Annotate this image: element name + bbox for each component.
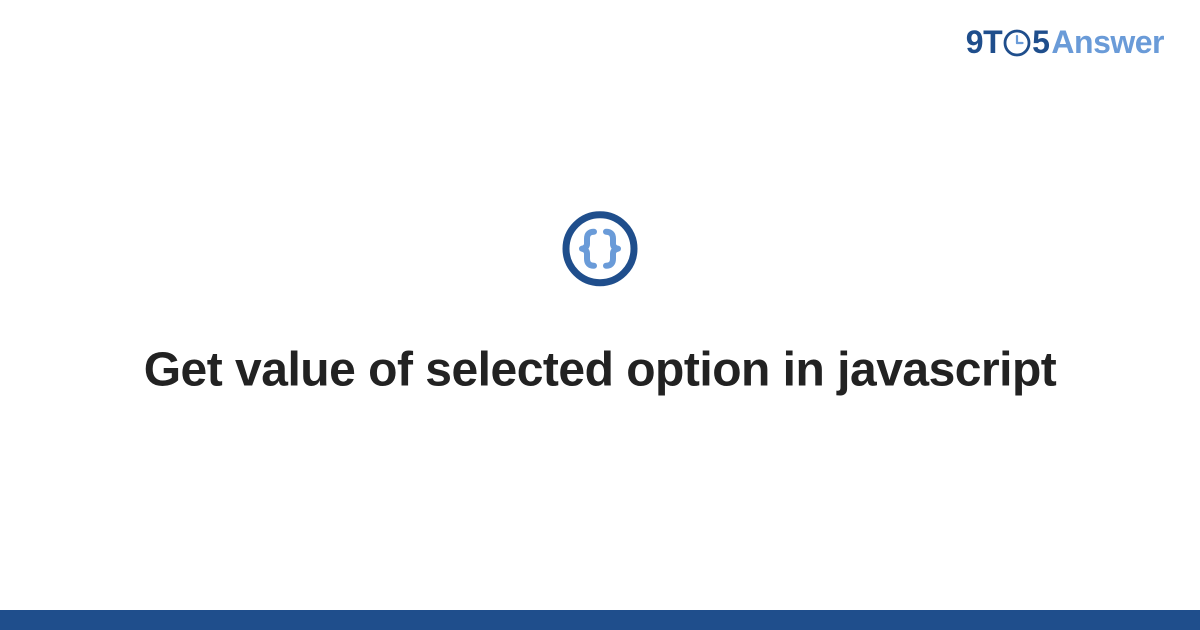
brand-text-9t: 9T — [966, 24, 1002, 61]
braces-icon — [561, 210, 639, 288]
clock-icon — [1003, 29, 1031, 57]
page-title: Get value of selected option in javascri… — [144, 340, 1057, 401]
brand-header: 9T 5 Answer — [966, 24, 1164, 61]
brand-text-5: 5 — [1032, 24, 1049, 61]
main-content: Get value of selected option in javascri… — [100, 210, 1100, 401]
footer-bar — [0, 610, 1200, 630]
brand-logo: 9T 5 Answer — [966, 24, 1164, 61]
brand-text-answer: Answer — [1051, 24, 1164, 61]
